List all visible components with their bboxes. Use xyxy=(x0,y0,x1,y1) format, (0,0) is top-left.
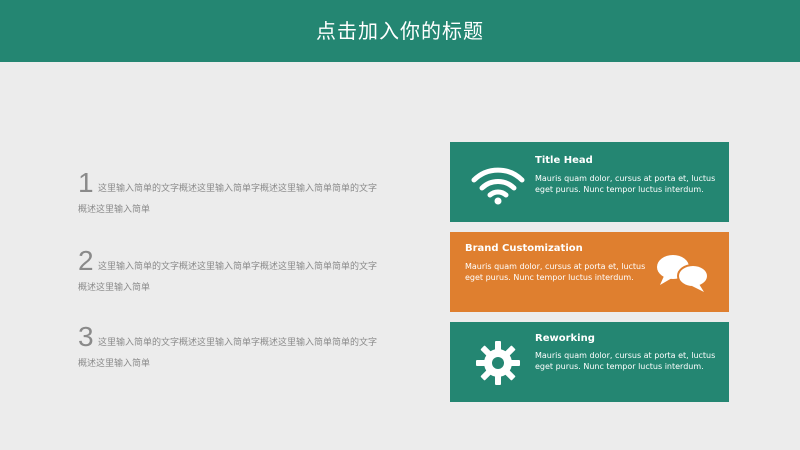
card-description[interactable]: Mauris quam dolor, cursus at porta et, l… xyxy=(465,261,653,283)
item-text-line1[interactable]: 这里输入简单的文字概述这里输入简单字概述这里输入简单简单的文字 xyxy=(98,259,408,272)
card-description[interactable]: Mauris quam dolor, cursus at porta et, l… xyxy=(535,173,717,195)
feature-card-brand-customization[interactable]: Brand Customization Mauris quam dolor, c… xyxy=(450,232,729,312)
item-number: 1 xyxy=(78,167,94,198)
item-number: 3 xyxy=(78,321,94,352)
item-text-line1[interactable]: 这里输入简单的文字概述这里输入简单字概述这里输入简单简单的文字 xyxy=(98,181,408,194)
chat-bubbles-icon xyxy=(654,252,712,294)
card-description[interactable]: Mauris quam dolor, cursus at porta et, l… xyxy=(535,350,717,372)
page-title[interactable]: 点击加入你的标题 xyxy=(0,0,800,62)
feature-card-title-head[interactable]: Title Head Mauris quam dolor, cursus at … xyxy=(450,142,729,222)
card-title[interactable]: Brand Customization xyxy=(465,243,583,254)
item-text-line2[interactable]: 概述这里输入简单 xyxy=(78,202,388,215)
gear-icon xyxy=(474,339,522,387)
item-text-line1[interactable]: 这里输入简单的文字概述这里输入简单字概述这里输入简单简单的文字 xyxy=(98,335,408,348)
item-number: 2 xyxy=(78,245,94,276)
item-text-line2[interactable]: 概述这里输入简单 xyxy=(78,356,388,369)
card-title[interactable]: Reworking xyxy=(535,333,595,344)
feature-card-reworking[interactable]: Reworking Mauris quam dolor, cursus at p… xyxy=(450,322,729,402)
card-title[interactable]: Title Head xyxy=(535,155,593,166)
item-text-line2[interactable]: 概述这里输入简单 xyxy=(78,280,388,293)
wifi-icon xyxy=(470,164,526,206)
header-bar: 点击加入你的标题 xyxy=(0,0,800,62)
